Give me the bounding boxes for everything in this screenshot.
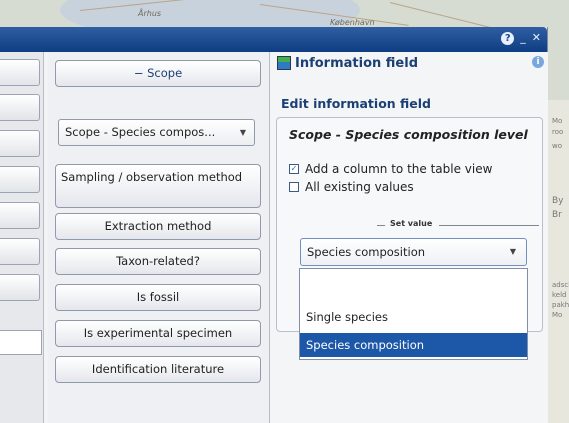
- left-button-stub[interactable]: [0, 202, 40, 229]
- left-column: [0, 52, 44, 423]
- experimental-specimen-button[interactable]: Is experimental specimen: [55, 320, 261, 347]
- help-icon[interactable]: ?: [501, 31, 515, 45]
- left-button-stub[interactable]: [0, 238, 40, 265]
- dropdown-option-species-composition[interactable]: Species composition: [300, 333, 527, 357]
- identification-literature-button[interactable]: Identification literature: [55, 356, 261, 383]
- minimize-icon[interactable]: _: [520, 31, 526, 45]
- chevron-down-icon: ▼: [509, 247, 516, 256]
- sampling-method-button[interactable]: Sampling / observation method: [55, 164, 261, 208]
- map-right-label: By: [552, 196, 564, 206]
- left-button-stub[interactable]: [0, 274, 40, 301]
- middle-column: − Scope Scope - Species compos... ▼ Samp…: [48, 52, 270, 423]
- map-label-copenhagen: København: [330, 18, 375, 27]
- scope-combo-value: Scope - Species compos...: [65, 125, 216, 139]
- window-titlebar[interactable]: ? _ ✕: [0, 27, 547, 52]
- add-column-checkbox-row[interactable]: ✓ Add a column to the table view: [289, 162, 492, 176]
- taxon-related-button[interactable]: Taxon-related?: [55, 248, 261, 275]
- extraction-method-button[interactable]: Extraction method: [55, 213, 261, 240]
- left-button-stub[interactable]: [0, 59, 40, 86]
- all-values-label: All existing values: [305, 180, 414, 194]
- field-settings-box: Scope - Species composition level ✓ Add …: [276, 117, 543, 360]
- is-fossil-button[interactable]: Is fossil: [55, 284, 261, 311]
- add-column-label: Add a column to the table view: [305, 162, 493, 176]
- dropdown-option-single-species[interactable]: Single species: [300, 305, 527, 329]
- panel-app-icon: [277, 56, 291, 70]
- field-title: Scope - Species composition level: [289, 127, 528, 142]
- scope-button[interactable]: − Scope: [55, 60, 261, 87]
- editor-window: ? _ ✕ − Scope Scope - Species compos... …: [0, 27, 548, 423]
- separator-line: [377, 225, 385, 226]
- chevron-down-icon: ▼: [239, 128, 246, 137]
- information-field-panel: Information field i Edit information fie…: [271, 52, 548, 423]
- panel-title: Information field: [295, 55, 419, 71]
- left-button-stub[interactable]: [0, 94, 40, 121]
- map-right-label: keld: [552, 291, 567, 299]
- dropdown-option-empty[interactable]: [300, 269, 527, 293]
- map-right-label: Mo: [552, 117, 563, 125]
- close-icon[interactable]: ✕: [532, 31, 541, 45]
- map-right-label: wo: [552, 142, 563, 150]
- left-text-field[interactable]: [0, 330, 42, 355]
- scope-combo[interactable]: Scope - Species compos... ▼: [58, 119, 255, 146]
- panel-header: Information field: [271, 52, 548, 74]
- map-right-label: pakh: [552, 301, 569, 309]
- map-right-label: Br: [552, 210, 562, 220]
- separator-line: [439, 225, 539, 226]
- map-right-label: adsch: [552, 281, 569, 289]
- all-values-checkbox[interactable]: [289, 182, 299, 192]
- info-icon[interactable]: i: [532, 56, 544, 68]
- set-value-separator: Set value: [289, 219, 539, 231]
- set-value-dropdown-value: Species composition: [307, 245, 426, 259]
- left-button-stub[interactable]: [0, 166, 40, 193]
- set-value-dropdown[interactable]: Species composition ▼: [300, 238, 527, 266]
- set-value-label: Set value: [387, 219, 436, 228]
- window-controls: ? _ ✕: [501, 31, 541, 45]
- map-right-label: roo: [552, 128, 564, 136]
- all-values-checkbox-row[interactable]: All existing values: [289, 180, 414, 194]
- map-right-label: Mo: [552, 311, 563, 319]
- left-button-stub[interactable]: [0, 130, 40, 157]
- set-value-options-list: Single species Species composition: [299, 268, 528, 360]
- map-label-aarhus: Århus: [138, 9, 162, 18]
- panel-subtitle: Edit information field: [281, 96, 432, 111]
- add-column-checkbox[interactable]: ✓: [289, 164, 299, 174]
